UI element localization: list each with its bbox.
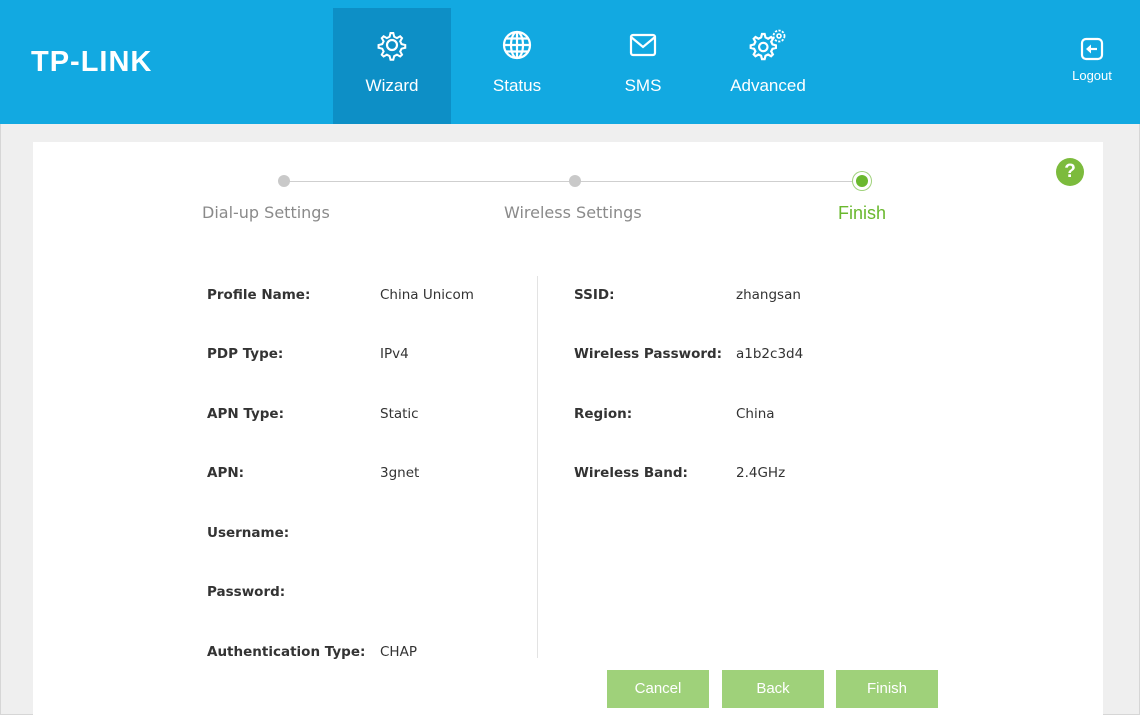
region-value: China [736,406,775,422]
logout-button[interactable]: Logout [1062,36,1122,83]
globe-icon [458,28,576,62]
wireless-password-label: Wireless Password: [574,346,723,362]
step-finish: Finish [838,203,887,223]
content-panel [33,142,1103,715]
ssid-value: zhangsan [736,287,801,303]
nav-advanced[interactable]: Advanced [709,8,827,124]
password-label: Password: [207,584,286,600]
nav-wizard-label: Wizard [365,76,419,95]
finish-button[interactable]: Finish [836,670,938,708]
nav-wizard[interactable]: Wizard [333,8,451,124]
profile-name-value: China Unicom [380,287,474,303]
wireless-band-value: 2.4GHz [736,465,786,481]
step-dot-finish [856,175,868,187]
apn-label: APN: [207,465,245,481]
step-dot-wireless [569,175,581,187]
apn-value: 3gnet [380,465,420,481]
gear-icon [333,28,451,62]
nav-sms[interactable]: SMS [584,8,702,124]
region-label: Region: [574,406,633,422]
apn-type-value: Static [380,406,419,422]
help-icon[interactable]: ? [1056,158,1084,186]
wireless-password-value: a1b2c3d4 [736,346,804,362]
step-wireless-settings: Wireless Settings [504,203,642,222]
nav-advanced-label: Advanced [730,76,806,95]
step-dialup-settings: Dial-up Settings [202,203,330,222]
nav-status-label: Status [492,76,542,95]
step-dot-dialup [278,175,290,187]
authentication-type-value: CHAP [380,644,417,660]
nav-status[interactable]: Status [458,8,576,124]
column-divider [537,276,538,658]
cancel-button[interactable]: Cancel [607,670,709,708]
logout-icon [1062,36,1122,66]
gears-icon [709,28,827,62]
pdp-type-value: IPv4 [380,346,409,362]
authentication-type-label: Authentication Type: [207,644,366,660]
brand-logo: TP-LINK [31,46,153,78]
back-button[interactable]: Back [722,670,824,708]
ssid-label: SSID: [574,287,615,303]
profile-name-label: Profile Name: [207,287,311,303]
username-label: Username: [207,525,290,541]
top-header: TP-LINK Wizard Status SMS Advanced Logou… [0,0,1140,124]
nav-sms-label: SMS [624,76,662,95]
apn-type-label: APN Type: [207,406,284,422]
pdp-type-label: PDP Type: [207,346,284,362]
envelope-icon [584,28,702,62]
logout-label: Logout [1072,68,1112,83]
wireless-band-label: Wireless Band: [574,465,688,481]
